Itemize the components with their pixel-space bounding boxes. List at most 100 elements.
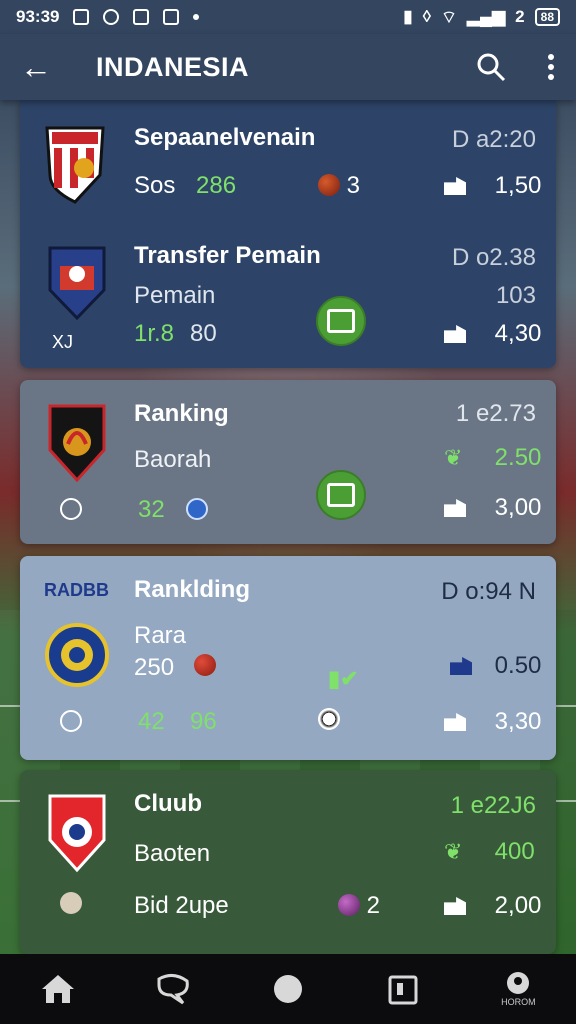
club-crest-icon[interactable] xyxy=(44,400,110,484)
card-stat-b: 80 xyxy=(190,320,217,347)
card-value: 3,00 xyxy=(444,494,541,522)
card-title[interactable]: Transfer Pemain xyxy=(134,242,321,270)
signal-icon: ▂▄▆ xyxy=(466,7,506,26)
card-date: 1 e22J6 xyxy=(450,792,536,819)
shield-icon xyxy=(186,498,208,520)
ball-icon xyxy=(338,894,360,916)
card-date: D a2:20 xyxy=(451,126,536,153)
back-arrow-icon[interactable]: ← xyxy=(20,49,60,86)
card-stat-label: Baoten xyxy=(134,840,211,867)
alarm-icon: ◊ xyxy=(422,7,431,26)
card-count: 3 xyxy=(318,172,360,200)
card-title[interactable]: Ranking xyxy=(134,400,229,428)
card-mini-icon xyxy=(194,652,216,680)
club-crest-icon[interactable] xyxy=(44,622,110,688)
transfer-action-button[interactable] xyxy=(316,296,366,346)
search-icon[interactable] xyxy=(476,52,506,82)
card-stat-right: 103 xyxy=(495,282,536,309)
ball-icon xyxy=(194,654,216,676)
more-vert-icon[interactable] xyxy=(546,53,556,81)
clock: 93:39 xyxy=(16,7,60,26)
basketball-icon xyxy=(318,174,340,196)
nav-profile[interactable]: HOROM xyxy=(488,964,548,1014)
card-stat-value: 250 xyxy=(134,654,175,681)
ranking-action-button[interactable] xyxy=(316,470,366,520)
card-stat-label: Sos xyxy=(134,172,176,199)
card-stat-right: 0.50 xyxy=(450,652,541,680)
club-crest-icon[interactable] xyxy=(44,790,110,874)
card-value: 1,50 xyxy=(444,172,541,200)
card-mini-icon xyxy=(60,890,82,918)
ticket-icon xyxy=(444,177,466,195)
home-icon xyxy=(41,975,74,1003)
mail-icon xyxy=(133,9,150,25)
card-stat-right: ❦ 400 xyxy=(444,838,535,865)
card-stat-label: Pemain xyxy=(134,282,216,309)
card-stat-a: 42 xyxy=(138,708,165,735)
nav-home-button[interactable] xyxy=(258,964,318,1014)
club-crest-icon[interactable] xyxy=(44,242,110,326)
gallery-icon xyxy=(73,9,90,25)
card-date: D o:94 N xyxy=(441,578,536,605)
ticket-icon xyxy=(444,499,466,517)
card-title[interactable]: Cluub xyxy=(134,790,202,818)
leaf-icon: ❦ xyxy=(444,839,463,864)
check-icon: ▮✔ xyxy=(328,666,359,691)
card-value: 4,30 xyxy=(444,320,541,348)
leaf-icon: ❦ xyxy=(444,445,463,470)
signal-label: 2 xyxy=(515,7,525,26)
profile-icon xyxy=(507,972,530,994)
card-date: D o2.38 xyxy=(451,244,536,271)
nav-chat[interactable] xyxy=(143,964,203,1014)
card-mini-icon xyxy=(318,706,340,734)
card-mini-icon xyxy=(186,496,208,524)
card-value: 2,00 xyxy=(444,892,541,920)
coin-icon xyxy=(60,892,82,914)
card-stat-a: 1r.8 xyxy=(134,320,175,347)
soccer-ball-icon xyxy=(318,708,340,730)
card-stat-a: 32 xyxy=(138,496,165,523)
card-ranking: Ranking 1 e2.73 Baorah ❦ 2.50 32 3,00 xyxy=(20,380,556,544)
ticket-icon xyxy=(444,713,466,731)
card-group-top: Sepaanelvenain D a2:20 Sos 286 3 1,50 XJ… xyxy=(20,100,556,368)
mail-icon xyxy=(450,657,472,675)
app-bar: ← INDANESIA xyxy=(0,34,576,100)
card-date: 1 e2.73 xyxy=(455,400,536,427)
card-mini-icon xyxy=(60,708,82,736)
club-crest-icon[interactable] xyxy=(42,120,108,204)
card-title[interactable]: Ranklding xyxy=(134,576,250,604)
vibrate-icon: ▮ xyxy=(403,7,413,26)
status-bar: 93:39 ▮ ◊ ⌔ ▂▄▆ 2 88 xyxy=(0,0,576,34)
card-title[interactable]: Sepaanelvenain xyxy=(134,124,315,152)
card-ranking-alt: RADBB Ranklding D o:94 N Rara 250 ▮✔ 0.5… xyxy=(20,556,556,760)
card-stat-b: 96 xyxy=(190,708,217,735)
wifi-icon: ⌔ xyxy=(440,7,457,27)
ticket-icon xyxy=(444,897,466,915)
whistle-icon xyxy=(60,710,82,732)
instagram-icon xyxy=(163,9,180,25)
recents-icon xyxy=(388,975,418,1005)
nav-profile-label: HOROM xyxy=(501,997,536,1007)
battery-icon: 88 xyxy=(534,8,560,26)
card-stat-right: ❦ 2.50 xyxy=(444,444,542,471)
notification-icon xyxy=(103,9,120,25)
brand-label: RADBB xyxy=(44,580,109,600)
card-mini-icon xyxy=(60,496,82,524)
card-stat-value: 286 xyxy=(196,172,237,199)
card-stat-a: Bid 2upe xyxy=(134,892,229,919)
whistle-icon xyxy=(60,498,82,520)
card-club: Cluub 1 e22J6 Baoten ❦ 400 Bid 2upe 2 2,… xyxy=(20,770,556,954)
chat-icon xyxy=(157,974,189,1005)
circle-icon xyxy=(273,975,302,1003)
more-notifications-icon xyxy=(193,14,200,20)
card-stat-label: Baorah xyxy=(134,446,212,473)
nav-home[interactable] xyxy=(28,964,88,1014)
page-title: INDANESIA xyxy=(96,51,250,82)
card-stat-label: Rara xyxy=(134,622,187,649)
bottom-nav: HOROM xyxy=(0,954,576,1024)
card-count: 2 xyxy=(338,892,380,920)
ticket-icon xyxy=(444,325,466,343)
card-value: 3,30 xyxy=(444,708,541,736)
crest-caption: XJ xyxy=(52,332,74,352)
nav-recents[interactable] xyxy=(373,964,433,1014)
